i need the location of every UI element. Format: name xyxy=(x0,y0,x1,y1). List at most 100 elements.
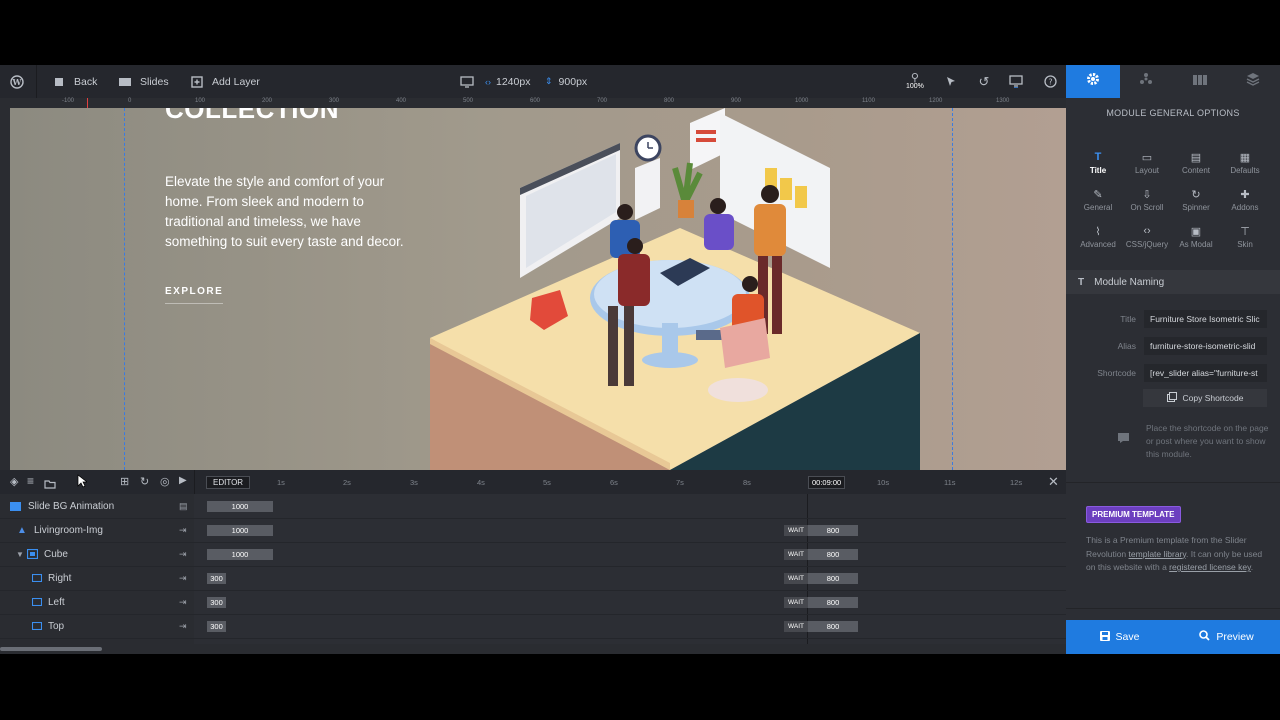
license-key-link[interactable]: registered license key xyxy=(1169,562,1251,572)
scrollbar-thumb[interactable] xyxy=(0,647,102,651)
tab-layers[interactable] xyxy=(1227,65,1280,98)
option-defaults[interactable]: ▦ Defaults xyxy=(1220,148,1270,182)
option-title[interactable]: T Title xyxy=(1073,148,1123,182)
timeline-scrollbar[interactable] xyxy=(0,644,1066,654)
timeline-row[interactable]: Left ⇥ 300 WAIT 800 xyxy=(0,590,1066,615)
layer-label: Livingroom-Img xyxy=(34,524,103,536)
option-general[interactable]: ✎ General xyxy=(1073,185,1123,219)
wait-bar[interactable]: WAIT 800 xyxy=(784,621,858,632)
help-button[interactable]: ? xyxy=(1043,65,1065,98)
option-spinner[interactable]: ↻ Spinner xyxy=(1171,185,1221,219)
option-content[interactable]: ▤ Content xyxy=(1171,148,1221,182)
undo-button[interactable]: ↺ xyxy=(977,65,999,98)
close-timeline-icon[interactable]: ✕ xyxy=(1048,474,1059,490)
svg-text:W: W xyxy=(12,77,23,87)
isometric-office-illustration[interactable] xyxy=(420,108,940,470)
tab-navigation[interactable] xyxy=(1173,65,1227,98)
alias-field[interactable]: furniture-store-isometric-slid xyxy=(1144,337,1267,355)
search-icon xyxy=(1199,630,1210,644)
back-button[interactable]: Back xyxy=(52,65,97,98)
time-mark: 3s xyxy=(410,477,418,487)
defaults-icon: ▦ xyxy=(1239,151,1251,164)
hero-text[interactable]: Elevate the style and comfort of your ho… xyxy=(165,172,425,252)
panel-header: MODULE GENERAL OPTIONS xyxy=(1106,108,1240,118)
pin-icon[interactable]: ⇥ xyxy=(179,518,187,542)
option-label: Layout xyxy=(1134,166,1160,175)
loop-icon[interactable]: ↻ xyxy=(140,475,149,488)
brush-icon: ⊤ xyxy=(1240,225,1250,238)
wait-bar[interactable]: WAIT 800 xyxy=(784,573,858,584)
tab-module-settings[interactable] xyxy=(1066,65,1120,98)
slides-button[interactable]: Slides xyxy=(118,65,169,98)
folder-icon[interactable] xyxy=(44,476,56,494)
wait-bar[interactable]: WAIT 800 xyxy=(784,525,858,536)
grid-icon[interactable]: ⊞ xyxy=(120,475,129,488)
hero-title[interactable]: COLLECTION xyxy=(165,108,339,125)
back-icon xyxy=(52,75,66,89)
height-field[interactable]: ⇕ 900px xyxy=(545,65,587,98)
timeline-row[interactable]: ▼ Cube ⇥ 1000 WAIT 800 xyxy=(0,542,1066,567)
target-icon[interactable]: ◎ xyxy=(160,475,170,488)
preview-button[interactable]: Preview xyxy=(1173,620,1280,654)
nodes-icon xyxy=(1139,72,1153,91)
pin-icon[interactable]: ⇥ xyxy=(179,614,187,638)
option-skin[interactable]: ⊤ Skin xyxy=(1220,222,1270,256)
timeline-row[interactable]: Slide BG Animation ▤ 1000 xyxy=(0,494,1066,519)
panel-actions: Save Preview xyxy=(1066,620,1280,654)
ruler-marker xyxy=(87,98,88,108)
width-field[interactable]: ‹› 1240px xyxy=(485,65,530,98)
preview-device-button[interactable] xyxy=(1009,65,1031,98)
timeline-row[interactable]: Top ⇥ 300 WAIT 800 xyxy=(0,614,1066,639)
template-library-link[interactable]: template library xyxy=(1129,549,1186,559)
option-layout[interactable]: ▭ Layout xyxy=(1122,148,1172,182)
select-tool-button[interactable] xyxy=(944,65,966,98)
title-field[interactable]: Furniture Store Isometric Slic xyxy=(1144,310,1267,328)
info-icon xyxy=(1118,430,1129,448)
slide-canvas[interactable]: COLLECTION Elevate the style and comfort… xyxy=(10,108,1066,470)
wait-bar[interactable]: WAIT 800 xyxy=(784,597,858,608)
menu-icon[interactable]: ≡ xyxy=(27,474,34,488)
animation-bar[interactable]: 1000 xyxy=(207,525,273,536)
animation-bar[interactable]: 1000 xyxy=(207,501,273,512)
width-value: 1240px xyxy=(496,75,531,88)
bg-icon[interactable]: ▤ xyxy=(179,494,188,518)
explore-link[interactable]: EXPLORE xyxy=(165,286,224,304)
device-selector[interactable] xyxy=(460,65,482,98)
wordpress-logo[interactable]: W xyxy=(10,65,32,98)
chevron-down-icon[interactable]: ▼ xyxy=(16,542,24,566)
shape-layer-icon xyxy=(32,590,42,614)
add-layer-button[interactable]: Add Layer xyxy=(190,65,260,98)
animation-bar[interactable]: 300 xyxy=(207,597,226,608)
layers-toggle-icon[interactable]: ◈ xyxy=(10,475,18,488)
pin-icon[interactable]: ⇥ xyxy=(179,590,187,614)
save-button[interactable]: Save xyxy=(1066,620,1173,654)
cursor-icon xyxy=(944,75,958,89)
shortcode-field[interactable]: [rev_slider alias="furniture-st xyxy=(1144,364,1267,382)
option-label: As Modal xyxy=(1179,240,1213,249)
tab-slide-settings[interactable] xyxy=(1120,65,1174,98)
timeline-row[interactable]: ▲ Livingroom-Img ⇥ 1000 WAIT 800 xyxy=(0,518,1066,543)
animation-bar[interactable]: 300 xyxy=(207,573,226,584)
pin-icon[interactable]: ⇥ xyxy=(179,542,187,566)
zoom-control[interactable]: ⚲ 100% xyxy=(906,65,924,98)
option-as-modal[interactable]: ▣ As Modal xyxy=(1171,222,1221,256)
option-on-scroll[interactable]: ⇩ On Scroll xyxy=(1122,185,1172,219)
animation-bar[interactable]: 1000 xyxy=(207,549,273,560)
module-naming-section[interactable]: T Module Naming xyxy=(1066,270,1280,294)
editor-mode-button[interactable]: EDITOR xyxy=(206,476,251,489)
content-icon: ▤ xyxy=(1190,151,1202,164)
option-css-jquery[interactable]: ‹› CSS/jQuery xyxy=(1122,222,1172,256)
horizontal-ruler: -100 0 100 200 300 400 500 600 700 800 9… xyxy=(0,98,1066,108)
ruler-tick: 600 xyxy=(530,98,541,104)
copy-shortcode-button[interactable]: Copy Shortcode xyxy=(1143,389,1267,407)
timeline-row[interactable]: Right ⇥ 300 WAIT 800 xyxy=(0,566,1066,591)
wait-bar[interactable]: WAIT 800 xyxy=(784,549,858,560)
playhead-time[interactable]: 00:09:00 xyxy=(808,476,846,489)
group-layer-icon xyxy=(27,542,38,566)
layer-label: Slide BG Animation xyxy=(28,500,115,512)
option-advanced[interactable]: ⌇ Advanced xyxy=(1073,222,1123,256)
play-icon[interactable]: ▶ xyxy=(179,475,187,486)
option-addons[interactable]: ✚ Addons xyxy=(1220,185,1270,219)
pin-icon[interactable]: ⇥ xyxy=(179,566,187,590)
animation-bar[interactable]: 300 xyxy=(207,621,226,632)
